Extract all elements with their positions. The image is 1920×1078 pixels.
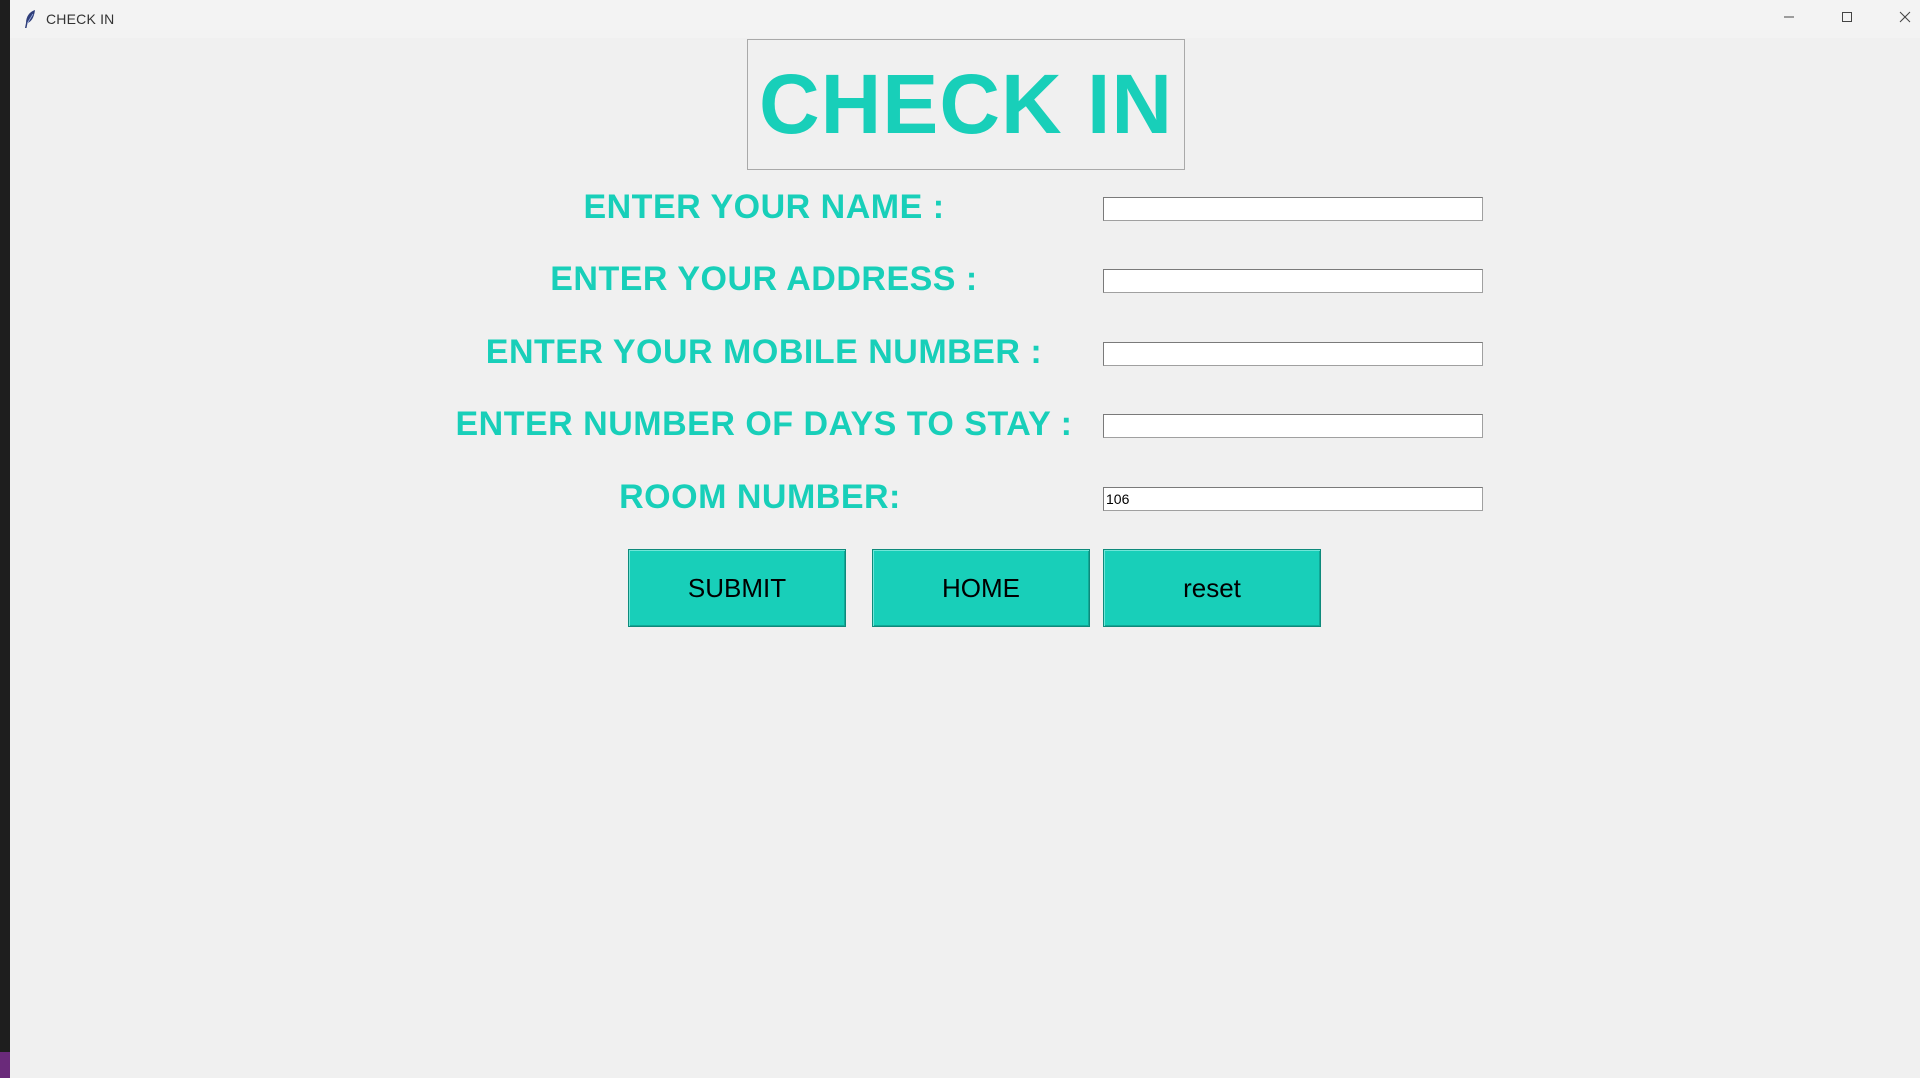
desktop-edge [0, 0, 10, 1078]
room-number-label: ROOM NUMBER: [619, 478, 901, 516]
maximize-button[interactable] [1818, 0, 1876, 38]
submit-button[interactable]: SUBMIT [628, 549, 846, 627]
home-button[interactable]: HOME [872, 549, 1090, 627]
heading-frame: CHECK IN [747, 39, 1185, 170]
reset-button[interactable]: reset [1103, 549, 1321, 627]
close-button[interactable] [1876, 0, 1920, 38]
name-label: ENTER YOUR NAME : [583, 188, 945, 226]
name-input[interactable] [1103, 197, 1483, 221]
mobile-number-input[interactable] [1103, 342, 1483, 366]
close-icon [1899, 10, 1911, 28]
room-number-input[interactable] [1103, 487, 1483, 511]
minimize-button[interactable] [1760, 0, 1818, 38]
taskbar-accent [0, 1052, 10, 1078]
maximize-icon [1841, 10, 1853, 28]
page-title: CHECK IN [758, 57, 1173, 151]
window-title: CHECK IN [46, 11, 115, 27]
days-to-stay-input[interactable] [1103, 414, 1483, 438]
mobile-number-label: ENTER YOUR MOBILE NUMBER : [485, 333, 1043, 371]
check-in-form: CHECK IN ENTER YOUR NAME : ENTER YOUR AD… [10, 38, 1920, 1078]
address-input[interactable] [1103, 269, 1483, 293]
days-to-stay-label: ENTER NUMBER OF DAYS TO STAY : [455, 405, 1073, 443]
address-label: ENTER YOUR ADDRESS : [550, 260, 978, 298]
title-bar[interactable]: CHECK IN [10, 0, 1920, 38]
app-window: CHECK IN CHECK IN ENTER YOUR NAME : ENTE… [10, 0, 1920, 1078]
minimize-icon [1783, 10, 1795, 28]
feather-icon [22, 9, 38, 29]
